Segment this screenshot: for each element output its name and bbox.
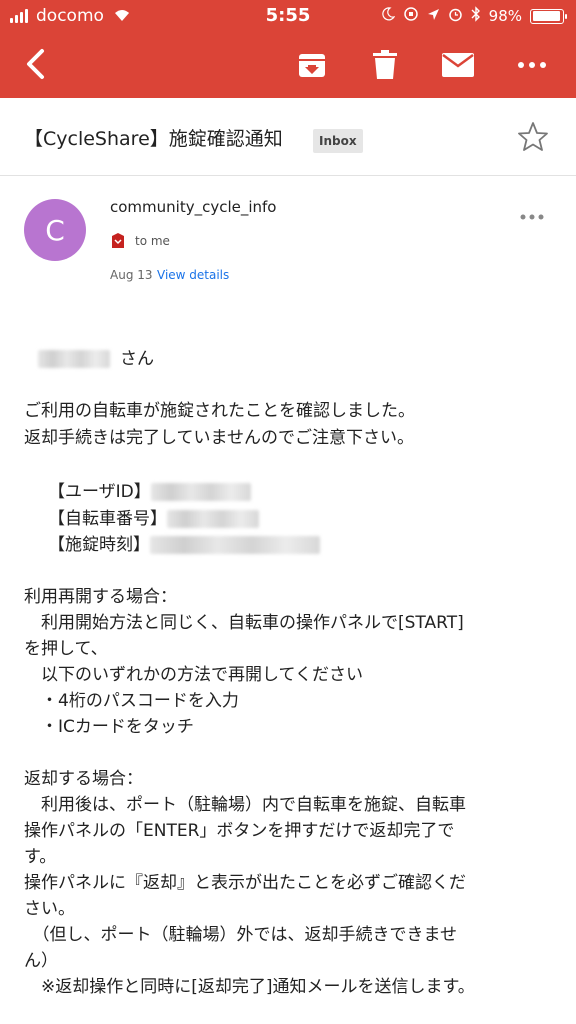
body-text: 利用開始方法と同じく、自転車の操作パネルで[START]: [24, 613, 464, 633]
redacted-name: [38, 350, 110, 368]
body-text: ん）: [24, 951, 58, 971]
sender-more-button[interactable]: [518, 207, 548, 227]
location-icon: [427, 7, 440, 25]
section-heading: 返却する場合：: [24, 769, 143, 789]
subject-row: 【CycleShare】施錠確認通知 Inbox: [0, 98, 576, 176]
archive-icon: [299, 54, 325, 77]
mark-unread-button[interactable]: [440, 47, 476, 83]
important-marker-icon[interactable]: [110, 232, 126, 249]
field-label: 【ユーザID】: [48, 482, 151, 502]
star-icon: [518, 122, 548, 151]
sender-name: community_cycle_info: [110, 198, 277, 216]
more-options-button[interactable]: [514, 47, 550, 83]
body-text: す。: [24, 847, 57, 867]
greeting-line: さん: [24, 346, 154, 372]
star-button[interactable]: [516, 120, 550, 154]
body-text: さい。: [24, 899, 75, 919]
lock-time-line: 【施錠時刻】: [48, 532, 320, 558]
bluetooth-icon: [471, 6, 481, 26]
battery-icon: [530, 8, 567, 24]
sender-avatar[interactable]: C: [24, 199, 86, 261]
chevron-left-icon: [27, 49, 44, 79]
field-label: 【施錠時刻】: [48, 535, 150, 555]
email-subject: 【CycleShare】施錠確認通知: [24, 128, 283, 150]
envelope-icon: [442, 53, 474, 77]
view-details-link[interactable]: View details: [157, 268, 229, 282]
redacted-value: [150, 536, 320, 554]
orientation-lock-icon: [403, 6, 419, 26]
delete-button[interactable]: [367, 47, 403, 83]
email-date: Aug 13: [110, 268, 153, 282]
trash-icon: [373, 50, 397, 79]
alarm-icon: [448, 7, 463, 26]
body-text: ・4桁のパスコードを入力: [24, 691, 239, 711]
recipient-text: to me: [135, 234, 170, 248]
back-button[interactable]: [20, 46, 50, 82]
battery-percent: 98%: [488, 7, 522, 25]
body-text: ・ICカードをタッチ: [24, 717, 194, 737]
section-heading: 利用再開する場合：: [24, 587, 177, 607]
inbox-label-badge[interactable]: Inbox: [313, 129, 363, 153]
moon-icon: [381, 7, 395, 25]
body-text: 以下のいずれかの方法で再開してください: [24, 665, 363, 685]
field-label: 【自転車番号】: [48, 509, 167, 529]
body-text: 操作パネルに『返却』と表示が出たことを必ずご確認くだ: [24, 873, 466, 893]
more-horizontal-icon: [518, 62, 546, 68]
body-text: （但し、ポート（駐輪場）外では、返却手続きできませ: [24, 925, 457, 945]
app-header: docomo 5:55 98%: [0, 0, 576, 98]
redacted-value: [150, 483, 251, 501]
body-text: ※返却操作と同時に[返却完了]通知メールを送信します。: [24, 977, 475, 997]
status-bar: docomo 5:55 98%: [0, 0, 576, 32]
user-id-line: 【ユーザID】: [48, 479, 251, 505]
more-horizontal-icon: [520, 214, 544, 220]
body-text: を押して、: [24, 639, 108, 659]
body-text: 返却手続きは完了していませんのでご注意下さい。: [24, 428, 414, 448]
greeting-suffix: さん: [120, 349, 154, 369]
body-text: 操作パネルの「ENTER」ボタンを押すだけで返却完了で: [24, 821, 455, 841]
toolbar: [0, 32, 576, 98]
bike-number-line: 【自転車番号】: [48, 506, 259, 532]
body-text: ご利用の自転車が施錠されたことを確認しました。: [24, 401, 415, 421]
archive-button[interactable]: [294, 47, 330, 83]
body-text: 利用後は、ポート（駐輪場）内で自転車を施錠、自転車: [24, 795, 466, 815]
redacted-value: [167, 510, 259, 528]
